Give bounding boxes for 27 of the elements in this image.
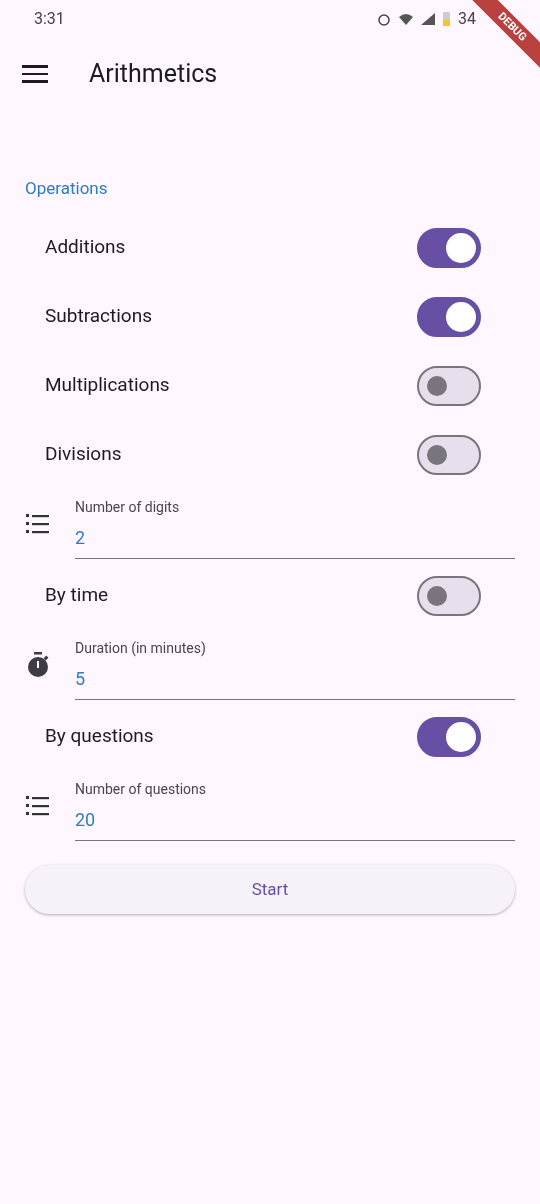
wifi-icon	[399, 13, 413, 25]
stopwatch-icon	[26, 652, 50, 678]
app-title: Arithmetics	[89, 58, 218, 91]
switch-label: Multiplications	[45, 372, 170, 399]
toggle-switch[interactable]	[417, 434, 481, 475]
signal-icon	[421, 13, 435, 25]
battery-level: 34	[458, 8, 476, 30]
status-time: 3:31	[34, 8, 65, 30]
input-field[interactable]: Number of questions 20	[75, 771, 515, 841]
switch-label: Additions	[45, 234, 126, 261]
switch-label: By questions	[45, 723, 154, 750]
input-field[interactable]: Duration (in minutes) 5	[75, 630, 515, 700]
toggle-switch[interactable]	[417, 296, 481, 337]
toggle-switch[interactable]	[417, 716, 481, 757]
battery-icon	[443, 12, 450, 26]
toggle-switch[interactable]	[417, 365, 481, 406]
switch-label: Divisions	[45, 441, 122, 468]
numbered-list-icon	[26, 513, 50, 535]
start-button[interactable]: Start	[25, 865, 515, 914]
numbered-list-icon	[26, 795, 50, 817]
switch-label: Subtractions	[45, 303, 152, 330]
input-field[interactable]: Number of digits 2	[75, 489, 515, 559]
switch-label: By time	[45, 582, 109, 609]
toggle-switch[interactable]	[417, 575, 481, 616]
toggle-switch[interactable]	[417, 227, 481, 268]
section-title: Operations	[24, 177, 109, 200]
menu-icon[interactable]	[22, 65, 48, 83]
